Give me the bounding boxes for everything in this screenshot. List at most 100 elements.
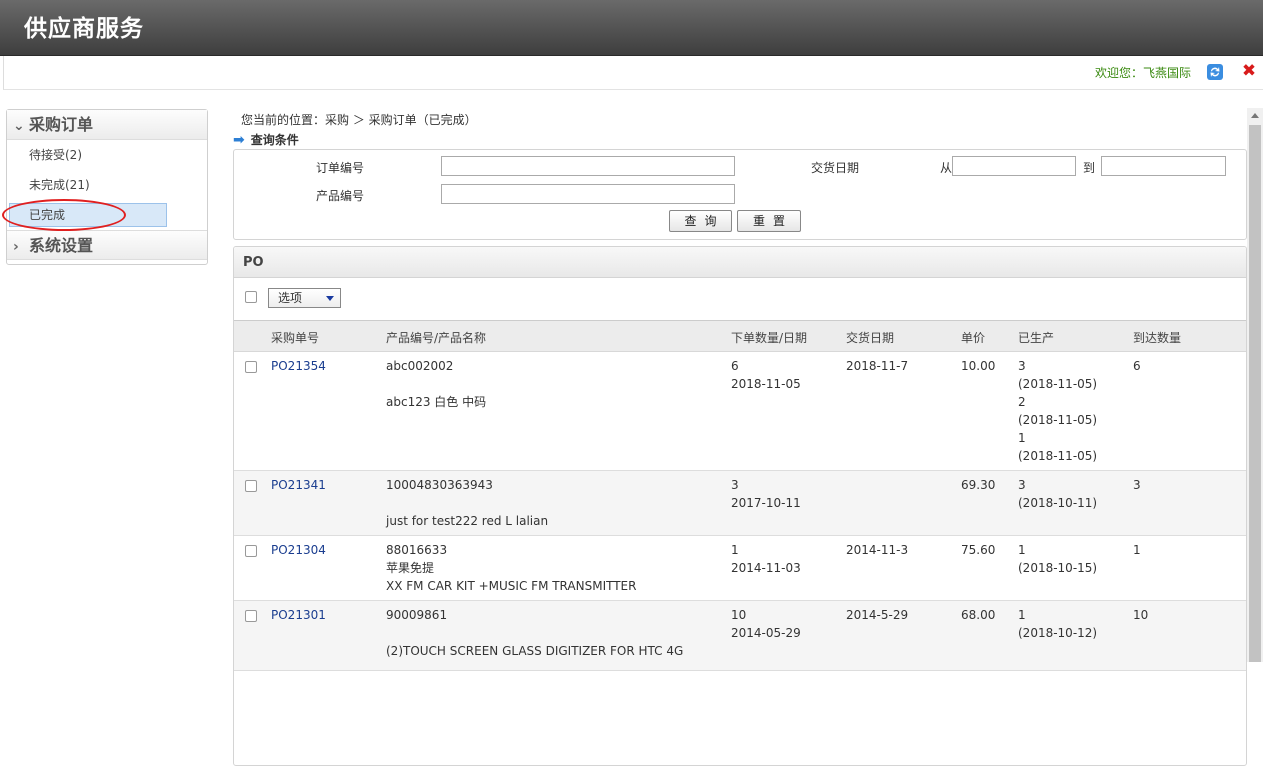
product-info: 10004830363943 just for test222 red L la… <box>386 476 548 530</box>
produced-qty: 3 <box>1018 359 1026 373</box>
scrollbar-thumb[interactable] <box>1249 125 1261 662</box>
produced: 3 (2018-11-05) 2 (2018-11-05) 1 (2018-11… <box>1018 357 1097 465</box>
po-number-link[interactable]: PO21301 <box>271 606 326 624</box>
column-header[interactable]: 交货日期 <box>846 329 894 346</box>
unit-price: 10.00 <box>961 359 996 373</box>
po-panel-title: PO <box>234 247 1246 278</box>
order-qty: 1 <box>731 543 739 557</box>
qty-date: 6 2018-11-05 <box>731 357 801 393</box>
order-date: 2018-11-05 <box>731 377 801 391</box>
options-dropdown-label: 选项 <box>278 291 303 305</box>
query-panel: 订单编号 交货日期 从 到 产品编号 查询 重置 <box>233 149 1247 240</box>
row-checkbox[interactable] <box>245 480 257 492</box>
arrow-right-icon: ➡ <box>233 132 245 148</box>
sidebar-group-system-settings[interactable]: › 系统设置 <box>7 230 207 260</box>
produced-qty: 1 <box>1018 543 1026 557</box>
unit-price: 75.60 <box>961 543 996 557</box>
table-row[interactable]: PO21354 abc002002 abc123 白色 中码 6 2018-11… <box>234 352 1246 471</box>
product-name: (2)TOUCH SCREEN GLASS DIGITIZER FOR HTC … <box>386 644 684 658</box>
sidebar-item-incomplete[interactable]: 未完成(21) <box>7 170 207 200</box>
delivery-date-label: 交货日期 <box>811 161 860 175</box>
produced-date: (2018-10-12) <box>1018 626 1098 640</box>
produced: 1 (2018-10-12) <box>1018 606 1097 642</box>
refresh-icon[interactable] <box>1207 64 1223 80</box>
order-date: 2017-10-11 <box>731 496 801 510</box>
column-header[interactable]: 到达数量 <box>1133 329 1181 346</box>
close-icon[interactable]: ✖ <box>1241 63 1257 80</box>
product-info: 88016633 苹果免提 XX FM CAR KIT +MUSIC FM TR… <box>386 541 636 595</box>
order-no-input[interactable] <box>441 156 735 176</box>
column-header[interactable]: 已生产 <box>1018 329 1054 346</box>
app-title: 供应商服务 <box>24 16 144 42</box>
qty-date: 10 2014-05-29 <box>731 606 801 642</box>
annotation-circle <box>2 199 126 231</box>
column-header[interactable]: 产品编号/产品名称 <box>386 329 486 346</box>
welcome-text: 欢迎您：飞燕国际 <box>1094 66 1191 80</box>
caret-down-icon <box>326 296 334 301</box>
product-name: abc123 白色 中码 <box>386 395 487 409</box>
top-bar: 欢迎您：飞燕国际 ✖ <box>3 56 1263 90</box>
produced-qty: 1 <box>1018 431 1026 445</box>
app-header: 供应商服务 <box>0 0 1263 56</box>
produced-date: (2018-11-05) <box>1018 377 1098 391</box>
product-info: abc002002 abc123 白色 中码 <box>386 357 486 411</box>
chevron-right-icon: › <box>13 239 19 255</box>
query-title: ➡ 查询条件 <box>233 131 299 148</box>
produced-qty: 3 <box>1018 478 1026 492</box>
search-button[interactable]: 查询 <box>669 210 732 232</box>
table-row[interactable]: PO21304 88016633 苹果免提 XX FM CAR KIT +MUS… <box>234 536 1246 601</box>
product-name: just for test222 red L lalian <box>386 514 549 528</box>
product-code: 90009861 <box>386 608 448 622</box>
options-dropdown[interactable]: 选项 <box>268 288 341 308</box>
product-no-input[interactable] <box>441 184 735 204</box>
row-checkbox[interactable] <box>245 610 257 622</box>
select-all-checkbox[interactable] <box>245 291 257 303</box>
table-row[interactable]: PO21301 90009861 (2)TOUCH SCREEN GLASS D… <box>234 601 1246 671</box>
po-panel: PO 选项 采购单号 产品编号/产品名称 下单数量/日期 交货日期 单价 已生产… <box>233 246 1247 766</box>
product-subname: 苹果免提 <box>386 561 435 575</box>
sidebar-group-purchase-orders[interactable]: ⌄ 采购订单 <box>7 110 207 140</box>
chevron-down-icon: ⌄ <box>13 118 25 134</box>
table-row[interactable]: PO21341 10004830363943 just for test222 … <box>234 471 1246 536</box>
order-qty: 6 <box>731 359 739 373</box>
delivery-date: 2014-11-3 <box>846 543 909 557</box>
unit-price: 68.00 <box>961 608 996 622</box>
order-date: 2014-05-29 <box>731 626 801 640</box>
arrived-qty: 10 <box>1133 608 1149 622</box>
date-to-input[interactable] <box>1101 156 1226 176</box>
order-qty: 3 <box>731 478 739 492</box>
delivery-date: 2014-5-29 <box>846 608 909 622</box>
product-code: 88016633 <box>386 543 448 557</box>
product-name: XX FM CAR KIT +MUSIC FM TRANSMITTER <box>386 579 637 593</box>
product-subname <box>386 375 486 393</box>
breadcrumb: 您当前的位置：采购 ＞ 采购订单（已完成） <box>241 113 477 127</box>
produced-qty: 2 <box>1018 395 1026 409</box>
row-checkbox[interactable] <box>245 361 257 373</box>
product-code: abc002002 <box>386 359 454 373</box>
sidebar-item-pending[interactable]: 待接受(2) <box>7 140 207 170</box>
sidebar-item-label: 待接受(2) <box>29 148 82 162</box>
column-header[interactable]: 采购单号 <box>271 329 319 346</box>
po-toolbar: 选项 <box>234 278 1246 321</box>
column-header[interactable]: 下单数量/日期 <box>731 329 807 346</box>
po-number-link[interactable]: PO21304 <box>271 541 326 559</box>
sidebar-item-label: 未完成(21) <box>29 178 90 192</box>
produced-date: (2018-10-11) <box>1018 496 1098 510</box>
produced: 3 (2018-10-11) <box>1018 476 1097 512</box>
vertical-scrollbar[interactable] <box>1247 108 1263 662</box>
po-number-link[interactable]: PO21341 <box>271 476 326 494</box>
row-checkbox[interactable] <box>245 545 257 557</box>
scroll-up-icon[interactable] <box>1251 113 1259 118</box>
po-number-link[interactable]: PO21354 <box>271 357 326 375</box>
delivery-date: 2018-11-7 <box>846 359 909 373</box>
column-header[interactable]: 单价 <box>961 329 985 346</box>
product-subname <box>386 624 683 642</box>
query-title-label: 查询条件 <box>250 133 299 147</box>
product-subname <box>386 494 548 512</box>
reset-button[interactable]: 重置 <box>737 210 801 232</box>
order-no-label: 订单编号 <box>316 161 365 175</box>
table-header: 采购单号 产品编号/产品名称 下单数量/日期 交货日期 单价 已生产 到达数量 <box>234 321 1246 352</box>
from-label: 从 <box>940 161 953 175</box>
date-from-input[interactable] <box>952 156 1076 176</box>
produced-date: (2018-11-05) <box>1018 449 1098 463</box>
